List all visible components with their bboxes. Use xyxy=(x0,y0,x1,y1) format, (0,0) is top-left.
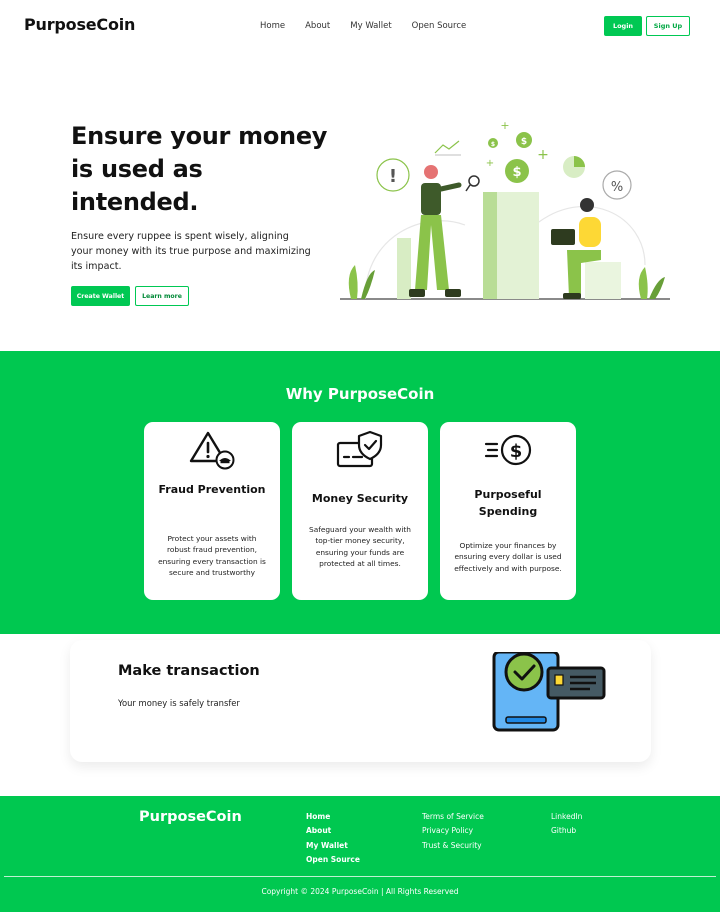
hero-title: Ensure your money is used as intended. xyxy=(71,122,328,216)
footer-social-links: LinkedIn Github xyxy=(551,810,582,839)
footer-link-my-wallet[interactable]: My Wallet xyxy=(306,839,360,853)
site-footer: PurposeCoin Home About My Wallet Open So… xyxy=(0,796,720,912)
login-button[interactable]: Login xyxy=(604,16,642,36)
nav-link-open-source[interactable]: Open Source xyxy=(412,21,467,31)
learn-more-button[interactable]: Learn more xyxy=(135,286,189,306)
feature-card-title: Purposeful Spending xyxy=(474,488,542,518)
create-wallet-button[interactable]: Create Wallet xyxy=(71,286,130,306)
feature-card-fraud-prevention: Fraud Prevention Protect your assets wit… xyxy=(144,422,280,600)
svg-text:+: + xyxy=(537,147,549,163)
signup-button[interactable]: Sign Up xyxy=(646,16,690,36)
why-section: Why PurposeCoin Fraud Prevention Protect… xyxy=(0,351,720,634)
feature-card-money-security: Money Security Safeguard your wealth wit… xyxy=(292,422,428,600)
brand-logo[interactable]: PurposeCoin xyxy=(24,15,135,34)
hero-description: Ensure every ruppee is spent wisely, ali… xyxy=(71,231,311,272)
feature-card-description: Optimize your finances by ensuring every… xyxy=(454,541,562,573)
svg-text:!: ! xyxy=(389,166,397,187)
feature-card-title: Money Security xyxy=(311,492,409,505)
transaction-subtitle: Your money is safely transfer xyxy=(118,698,240,708)
hero-finance-illustration: ! % $ $ $ + + + xyxy=(340,119,670,300)
nav-link-about[interactable]: About xyxy=(305,21,330,31)
footer-nav-links: Home About My Wallet Open Source xyxy=(306,810,360,867)
nav-link-home[interactable]: Home xyxy=(260,21,285,31)
why-section-title: Why PurposeCoin xyxy=(285,385,435,403)
svg-text:%: % xyxy=(611,180,623,195)
feature-card-description: Protect your assets with robust fraud pr… xyxy=(158,534,266,578)
svg-text:+: + xyxy=(486,158,494,169)
fraud-alert-icon xyxy=(189,431,235,470)
footer-legal-links: Terms of Service Privacy Policy Trust & … xyxy=(422,810,484,853)
footer-link-github[interactable]: Github xyxy=(551,824,582,838)
feature-card-purposeful-spending: $ Purposeful Spending Optimize your fina… xyxy=(440,422,576,600)
svg-text:$: $ xyxy=(521,137,527,147)
footer-link-home[interactable]: Home xyxy=(306,810,360,824)
feature-card-description: Safeguard your wealth with top-tier mone… xyxy=(309,525,411,569)
fast-dollar-icon: $ xyxy=(484,434,532,466)
footer-copyright: Copyright © 2024 PurposeCoin | All Right… xyxy=(261,887,459,896)
shield-check-icon xyxy=(336,430,383,468)
nav-link-my-wallet[interactable]: My Wallet xyxy=(350,21,391,31)
svg-text:$: $ xyxy=(510,441,523,462)
svg-text:+: + xyxy=(500,119,509,132)
footer-link-privacy[interactable]: Privacy Policy xyxy=(422,824,484,838)
top-navbar: PurposeCoin Home About My Wallet Open So… xyxy=(0,0,720,52)
footer-link-open-source[interactable]: Open Source xyxy=(306,853,360,867)
footer-link-trust-security[interactable]: Trust & Security xyxy=(422,839,484,853)
transaction-title: Make transaction xyxy=(118,663,260,679)
footer-link-about[interactable]: About xyxy=(306,824,360,838)
footer-link-terms[interactable]: Terms of Service xyxy=(422,810,484,824)
feature-card-title: Fraud Prevention xyxy=(158,483,266,496)
footer-brand[interactable]: PurposeCoin xyxy=(139,809,242,825)
svg-text:$: $ xyxy=(512,165,521,180)
footer-link-linkedin[interactable]: LinkedIn xyxy=(551,810,582,824)
svg-text:$: $ xyxy=(491,141,495,148)
phone-card-payment-icon xyxy=(492,652,606,732)
footer-divider xyxy=(4,876,716,877)
nav-links: Home About My Wallet Open Source xyxy=(260,21,486,31)
